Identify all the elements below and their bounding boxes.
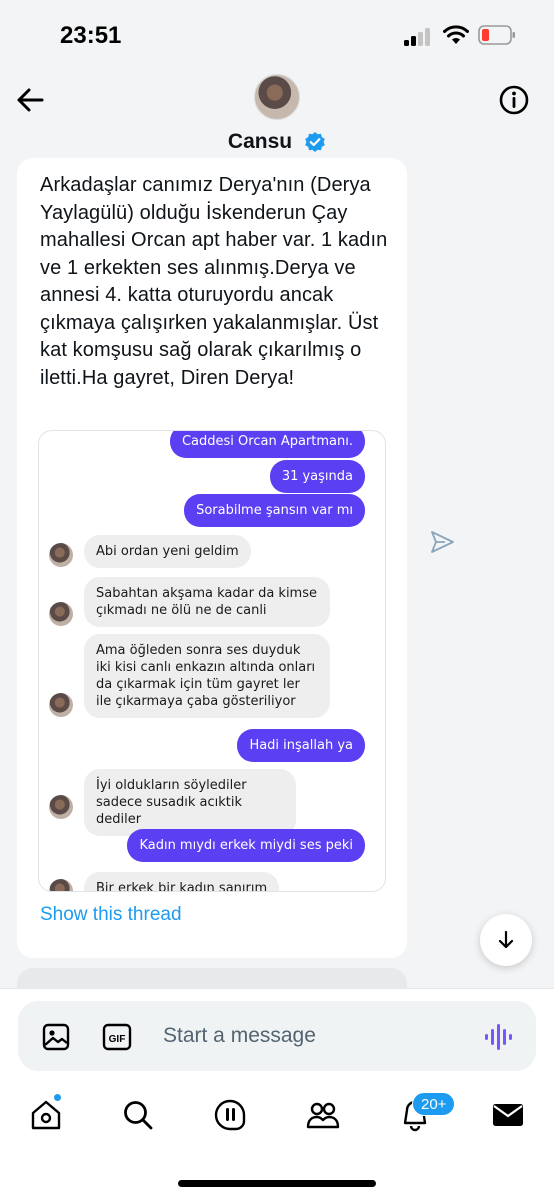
home-notification-dot (53, 1093, 62, 1102)
profile-name: Cansu (227, 130, 293, 153)
chat-screenshot-image[interactable]: Caddesi Orcan Apartmanı. 31 yaşında Sora… (38, 430, 386, 892)
chat-bubble-out: Sorabilme şansın var mı (184, 494, 365, 527)
chat-avatar (49, 543, 73, 567)
message-input[interactable]: Start a message (163, 1024, 316, 1048)
verified-badge-icon (305, 132, 325, 152)
cellular-signal-icon (404, 28, 434, 46)
communities-icon[interactable] (306, 1098, 340, 1132)
status-bar: 23:51 (0, 0, 554, 72)
chat-avatar (49, 602, 73, 626)
chat-bubble-out: Caddesi Orcan Apartmanı. (169, 431, 365, 458)
back-arrow-icon[interactable] (12, 82, 48, 118)
gif-icon[interactable]: GIF (102, 1023, 132, 1051)
wifi-icon (443, 25, 469, 44)
status-time: 23:51 (60, 22, 122, 49)
messages-envelope-icon[interactable] (491, 1098, 525, 1132)
chat-bubble-in: Abi ordan yeni geldim (84, 535, 251, 568)
chat-bubble-in: Bir erkek bir kadın sanırım (84, 872, 280, 891)
chat-bubble-out: Kadın mıydı erkek miydi ses peki (127, 829, 365, 862)
info-icon[interactable] (496, 82, 532, 118)
profile-name-row[interactable]: Cansu (0, 130, 554, 154)
scroll-to-bottom-button[interactable] (480, 914, 532, 966)
voice-message-icon[interactable] (484, 1022, 512, 1052)
chat-bubble-out: 31 yaşında (269, 460, 365, 493)
show-thread-link[interactable]: Show this thread (40, 904, 182, 926)
arrow-down-icon (498, 930, 514, 949)
message-composer: GIF Start a message (18, 1001, 536, 1071)
tweet-text: Arkadaşlar canımız Derya'nın (Derya Yayl… (40, 174, 388, 389)
shared-tweet-card[interactable]: Arkadaşlar canımız Derya'nın (Derya Yayl… (17, 158, 407, 958)
chat-avatar (49, 693, 73, 717)
search-icon[interactable] (121, 1098, 155, 1132)
battery-low-icon (478, 25, 515, 45)
image-icon[interactable] (42, 1023, 70, 1051)
notifications-badge: 20+ (412, 1092, 456, 1116)
home-indicator (178, 1180, 376, 1187)
bottom-tab-bar: 20+ (0, 1082, 554, 1200)
chat-bubble-in: Ama öğleden sonra ses duyduk iki kisi ca… (84, 634, 330, 718)
conversation-header: Cansu (0, 72, 554, 170)
spaces-icon[interactable] (213, 1098, 247, 1132)
avatar[interactable] (254, 74, 300, 120)
composer-area: GIF Start a message (0, 988, 554, 1082)
home-icon[interactable] (29, 1098, 63, 1132)
svg-text:GIF: GIF (109, 1034, 126, 1045)
chat-avatar (49, 795, 73, 819)
chat-bubble-in: Sabahtan akşama kadar da kimse çıkmadı n… (84, 577, 330, 627)
share-send-icon[interactable] (428, 528, 456, 556)
chat-avatar (49, 879, 73, 891)
chat-bubble-in: İyi oldukların söylediler sadece susadık… (84, 769, 296, 836)
chat-bubble-out: Hadi inşallah ya (237, 729, 365, 762)
